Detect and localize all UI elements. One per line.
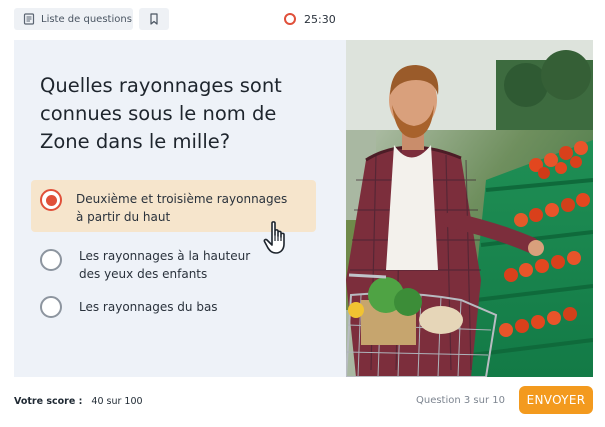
score: Votre score : 40 sur 100 bbox=[14, 396, 143, 407]
radio-button[interactable] bbox=[40, 249, 62, 271]
question-text: Quelles rayonnages sont connues sous le … bbox=[40, 74, 282, 153]
score-value: 40 sur 100 bbox=[91, 396, 143, 407]
timer: 25:30 bbox=[284, 8, 336, 30]
top-toolbar: Liste de questions 25:30 bbox=[14, 8, 591, 30]
hand-pointer-icon bbox=[263, 221, 285, 254]
shopper-photo bbox=[346, 40, 593, 377]
question-progress: Question 3 sur 10 bbox=[415, 395, 505, 406]
question-panel: Quelles rayonnages sont connues sous le … bbox=[14, 40, 346, 377]
list-icon bbox=[23, 13, 35, 25]
bookmark-icon bbox=[150, 13, 158, 25]
quiz-card: Quelles rayonnages sont connues sous le … bbox=[14, 40, 593, 377]
answer-option-2-line-2: des yeux des enfants bbox=[79, 267, 208, 281]
bookmark-button[interactable] bbox=[139, 8, 169, 30]
footer: Votre score : 40 sur 100 Question 3 sur … bbox=[14, 386, 593, 414]
questions-list-button[interactable]: Liste de questions bbox=[14, 8, 133, 30]
answer-option-1-label: Deuxième et troisième rayonnages à parti… bbox=[76, 190, 287, 226]
timer-icon bbox=[284, 13, 296, 25]
radio-button-selected[interactable] bbox=[40, 189, 62, 211]
answer-option-3[interactable]: Les rayonnages du bas bbox=[31, 296, 316, 320]
answer-option-2-label: Les rayonnages à la hauteur des yeux des… bbox=[79, 247, 250, 283]
timer-value: 25:30 bbox=[304, 12, 336, 26]
send-button[interactable]: ENVOYER bbox=[519, 386, 593, 414]
answer-option-3-label: Les rayonnages du bas bbox=[79, 300, 218, 314]
score-label: Votre score : bbox=[14, 396, 83, 407]
answer-option-1-line-2: à partir du haut bbox=[76, 210, 171, 224]
radio-dot bbox=[45, 194, 57, 206]
answer-option-2-line-1: Les rayonnages à la hauteur bbox=[79, 249, 251, 263]
questions-list-label: Liste de questions bbox=[41, 13, 132, 25]
radio-button[interactable] bbox=[40, 296, 62, 318]
answer-option-1-line-1: Deuxième et troisième rayonnages bbox=[76, 192, 288, 206]
